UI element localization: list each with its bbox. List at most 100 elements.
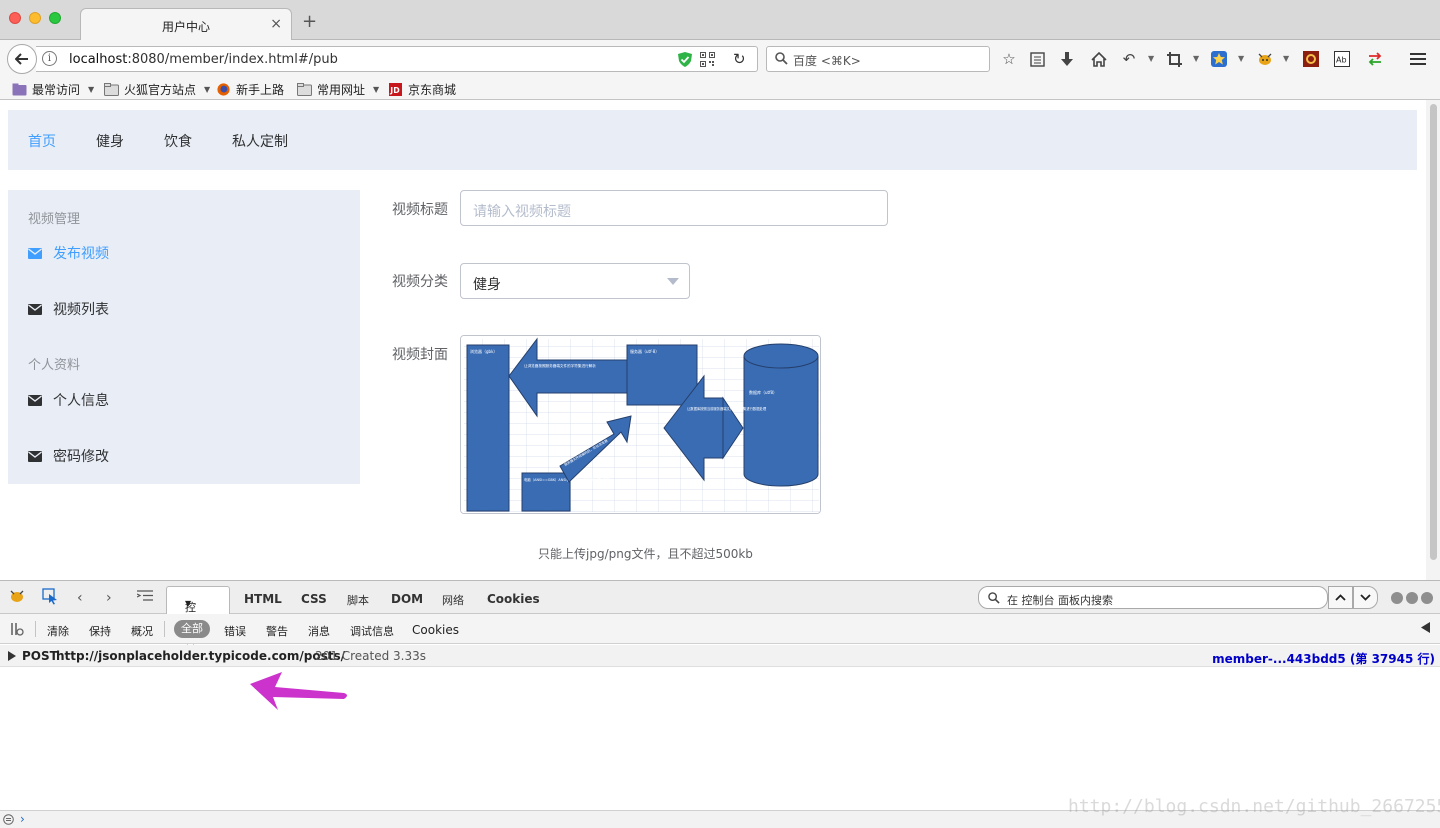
search-prev-button[interactable] [1328,586,1353,609]
envelope-icon [28,247,42,259]
firebug-icon[interactable] [1256,50,1274,68]
chevron-down-icon[interactable]: ▼ [1283,54,1289,63]
reading-list-icon[interactable] [1028,50,1046,68]
sidebar: 视频管理 发布视频 视频列表 个人资料 个人信息 密码修改 [8,190,360,484]
tab-console[interactable]: 控制台 ▼ [166,586,230,646]
filter-cookies[interactable]: Cookies [412,623,459,637]
tab-network[interactable]: 网络 [442,592,464,608]
browser-tab[interactable]: 用户中心 × [80,8,292,41]
search-icon [775,52,788,65]
filter-errors[interactable]: 错误 [224,623,246,639]
bookmark-firefox-site[interactable]: 火狐官方站点 ▼ [104,81,210,98]
devtools-toolbar: ‹ › 控制台 ▼ HTML CSS 脚本 DOM 网络 Cookies 在 控… [0,580,1440,646]
nav-diet[interactable]: 饮食 [164,131,192,151]
filter-warnings[interactable]: 警告 [266,623,288,639]
chevron-right-icon[interactable]: › [106,590,112,606]
chevron-down-icon[interactable]: ▼ [1193,54,1199,63]
cover-upload[interactable]: 浏览器（gbk） 让浏览器按照服务器端文件的字符集进行解析 服务器（utf-8）… [460,335,821,514]
sidebar-item-label: 密码修改 [53,449,109,465]
home-icon[interactable] [1090,50,1108,68]
chevron-down-icon[interactable]: ▼ [1148,54,1154,63]
scrollbar-thumb[interactable] [1430,104,1437,560]
bookmark-most-visited[interactable]: 最常访问 ▼ [12,81,94,98]
video-title-input[interactable]: 请输入视频标题 [460,190,888,226]
url-bar[interactable]: i localhost:8080/member/index.html#/pub … [36,46,758,72]
search-next-button[interactable] [1353,586,1378,609]
nav-fitness[interactable]: 健身 [96,131,124,151]
chevron-down-icon [1360,594,1371,601]
filter-clear[interactable]: 清除 [47,623,69,639]
nav-home[interactable]: 首页 [28,131,56,151]
command-options-icon[interactable] [3,814,14,825]
bookmark-getting-started[interactable]: 新手上路 [216,81,284,98]
inspect-element-icon[interactable] [42,588,59,609]
console-settings-icon[interactable] [10,622,24,639]
jd-logo-icon: JD [389,83,402,96]
chevron-down-icon: ▼ [204,85,211,94]
command-editor-icon[interactable] [136,589,153,606]
qrcode-icon[interactable] [700,52,715,67]
divider [164,621,165,637]
reload-icon[interactable]: ↻ [733,50,746,68]
page-scrollbar[interactable] [1426,100,1440,580]
filter-profile[interactable]: 概况 [131,623,153,639]
firebug-icon[interactable] [9,589,25,607]
filter-debug[interactable]: 调试信息 [350,623,394,639]
sidebar-item-info[interactable]: 个人信息 [28,390,109,410]
close-window-button[interactable] [9,12,21,24]
minimize-panel-icon[interactable] [1391,592,1403,604]
category-select[interactable]: 健身 [460,263,690,299]
console-search-input[interactable]: 在 控制台 面板内搜索 [978,586,1328,609]
expand-triangle-icon[interactable] [8,651,16,661]
sidebar-group-video: 视频管理 [28,212,81,227]
close-panel-icon[interactable] [1421,592,1433,604]
command-prompt: › [20,812,25,826]
tab-close-icon[interactable]: × [270,16,282,32]
sidebar-group-profile: 个人资料 [28,358,81,373]
menu-hamburger-icon[interactable] [1409,50,1427,68]
sidebar-item-list[interactable]: 视频列表 [28,299,109,319]
request-status: 201 Created 3.33s [315,649,426,663]
request-url[interactable]: http://jsonplaceholder.typicode.com/post… [56,649,345,663]
chevron-down-icon[interactable]: ▼ [1238,54,1244,63]
site-info-icon[interactable]: i [42,51,57,66]
sidebar-item-password[interactable]: 密码修改 [28,446,109,466]
tab-dom[interactable]: DOM [391,592,423,606]
diagram-db-text: 数据库（utf8） [749,389,777,395]
tab-css[interactable]: CSS [301,592,327,606]
screenshot-extension-icon[interactable] [1302,50,1320,68]
bookmark-jd[interactable]: JD 京东商城 [388,81,456,98]
filter-persist[interactable]: 保持 [89,623,111,639]
filter-info[interactable]: 消息 [308,623,330,639]
collapse-arrow-icon[interactable] [1421,622,1430,636]
tab-html[interactable]: HTML [244,592,282,606]
tab-cookies[interactable]: Cookies [487,592,540,606]
shield-icon[interactable] [678,52,692,67]
request-source-link[interactable]: member-...443bdd5 (第 37945 行) [1212,650,1435,667]
sidebar-item-publish[interactable]: 发布视频 [28,243,109,263]
download-icon[interactable] [1058,50,1076,68]
title-placeholder: 请输入视频标题 [473,204,571,220]
minimize-window-button[interactable] [29,12,41,24]
reader-extension-icon[interactable]: Ab [1333,50,1351,68]
filter-all[interactable]: 全部 [174,620,210,638]
console-log-row[interactable]: POST http://jsonplaceholder.typicode.com… [0,645,1440,667]
tab-script[interactable]: 脚本 [347,592,369,608]
url-text[interactable]: localhost:8080/member/index.html#/pub [69,52,338,67]
nav-custom[interactable]: 私人定制 [232,131,288,151]
new-tab-button[interactable]: + [302,11,317,32]
chevron-down-icon [667,278,679,285]
bookmark-star-icon[interactable]: ☆ [1000,50,1018,68]
switch-arrows-icon[interactable] [1366,50,1384,68]
star-extension-icon[interactable] [1210,50,1228,68]
detach-panel-icon[interactable] [1406,592,1418,604]
crop-icon[interactable] [1165,50,1183,68]
back-button[interactable] [7,44,37,74]
undo-icon[interactable]: ↶ [1120,50,1138,68]
bookmark-common-sites[interactable]: 常用网址 ▼ [297,81,379,98]
search-bar[interactable]: 百度 <⌘K> [766,46,990,72]
chevron-left-icon[interactable]: ‹ [77,590,83,606]
annotation-arrow [250,672,347,710]
zoom-window-button[interactable] [49,12,61,24]
folder-icon [104,83,119,96]
